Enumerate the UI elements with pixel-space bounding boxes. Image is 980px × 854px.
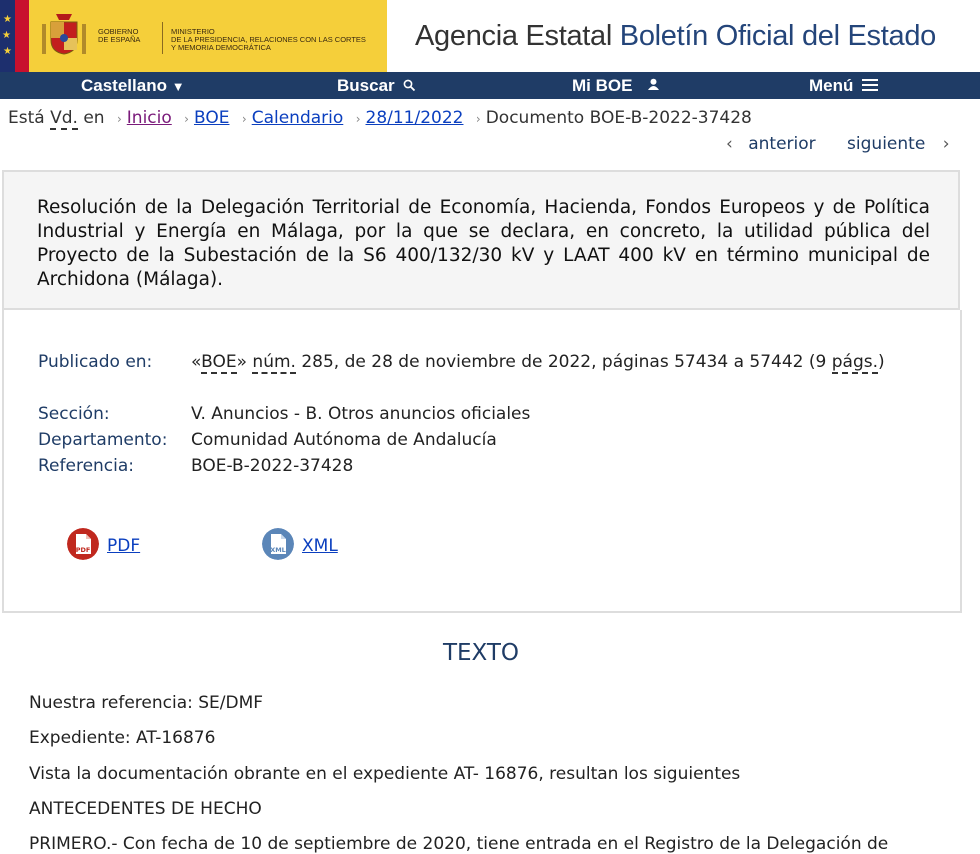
search-icon bbox=[403, 79, 416, 92]
my-boe-label: Mi BOE bbox=[572, 76, 633, 95]
chevron-right-icon: › bbox=[942, 134, 950, 154]
paragraph: ANTECEDENTES DE HECHO bbox=[29, 799, 262, 819]
agency-name: Boletín Oficial del Estado bbox=[619, 20, 937, 52]
xml-badge-text: XML bbox=[270, 546, 286, 554]
hamburger-icon bbox=[862, 79, 879, 91]
chevron-right-icon: › bbox=[475, 112, 481, 126]
pags-abbr: págs. bbox=[831, 352, 878, 374]
next-link[interactable]: siguiente bbox=[847, 134, 925, 154]
pdf-file-icon: PDF bbox=[67, 528, 99, 560]
section-value: V. Anuncios - B. Otros anuncios oficiale… bbox=[191, 404, 531, 424]
site-header: ★ ★ ★ Gobierno de España Ministerio de l… bbox=[0, 0, 980, 72]
section-label: Sección: bbox=[38, 404, 110, 424]
gobierno-line-2: de España bbox=[98, 35, 141, 44]
paragraph: PRIMERO.- Con fecha de 10 de septiembre … bbox=[29, 834, 889, 854]
reference-label: Referencia: bbox=[38, 456, 135, 476]
breadcrumb-link-date[interactable]: 28/11/2022 bbox=[366, 108, 464, 128]
published-text: 285, de 28 de noviembre de 2022, páginas… bbox=[295, 352, 827, 372]
xml-file-icon: XML bbox=[262, 528, 294, 560]
breadcrumb-current: Documento BOE-B-2022-37428 bbox=[485, 108, 752, 128]
chevron-right-icon: › bbox=[355, 112, 361, 126]
my-boe-button[interactable]: Mi BOE bbox=[572, 72, 660, 99]
eu-star-icon: ★ bbox=[3, 14, 12, 25]
menu-button[interactable]: Menú bbox=[809, 72, 879, 99]
reference-value: BOE-B-2022-37428 bbox=[191, 456, 354, 476]
pdf-badge-text: PDF bbox=[76, 546, 91, 554]
language-label: Castellano bbox=[81, 76, 167, 95]
breadcrumb-link-inicio[interactable]: Inicio bbox=[127, 108, 172, 128]
xml-link[interactable]: XML bbox=[302, 536, 338, 556]
agency-title[interactable]: Agencia Estatal Boletín Oficial del Esta… bbox=[415, 20, 936, 53]
caret-down-icon: ▼ bbox=[171, 79, 185, 94]
language-selector[interactable]: Castellano ▼ bbox=[81, 72, 185, 99]
chevron-right-icon: › bbox=[116, 112, 122, 126]
logo-divider bbox=[162, 22, 163, 54]
ministry-line-3: y Memoria Democrática bbox=[171, 43, 271, 52]
breadcrumb-prefix: Está bbox=[8, 108, 45, 128]
eu-star-icon: ★ bbox=[3, 46, 12, 57]
quote-close: » bbox=[236, 352, 248, 372]
breadcrumb: Está Vd. en › Inicio › BOE › Calendario › 28… bbox=[8, 108, 752, 130]
chevron-right-icon: › bbox=[184, 112, 189, 126]
department-label: Departamento: bbox=[38, 430, 168, 450]
published-label: Publicado en: bbox=[38, 352, 153, 372]
document-pager: ‹ anterior siguiente › bbox=[726, 134, 950, 154]
paragraph: Vista la documentación obrante en el exp… bbox=[29, 764, 741, 784]
agency-prefix: Agencia Estatal bbox=[415, 20, 613, 52]
menu-label: Menú bbox=[809, 76, 854, 95]
breadcrumb-link-calendario[interactable]: Calendario bbox=[252, 108, 344, 128]
num-abbr: núm. bbox=[252, 352, 296, 374]
text-heading: TEXTO bbox=[442, 640, 520, 666]
quote-open: « bbox=[191, 352, 202, 372]
chevron-right-icon: › bbox=[241, 112, 247, 126]
paragraph: Nuestra referencia: SE/DMF bbox=[29, 693, 264, 713]
search-button[interactable]: Buscar bbox=[337, 72, 416, 99]
government-logo-block[interactable]: ★ ★ ★ Gobierno de España Ministerio de l… bbox=[0, 0, 387, 72]
published-value: «BOE» núm. 285, de 28 de noviembre de 20… bbox=[191, 349, 891, 375]
document-title: Resolución de la Delegación Territorial … bbox=[37, 197, 930, 290]
breadcrumb-link-boe[interactable]: BOE bbox=[194, 108, 230, 128]
search-label: Buscar bbox=[337, 76, 395, 95]
previous-link[interactable]: anterior bbox=[748, 134, 815, 154]
pdf-link[interactable]: PDF bbox=[107, 536, 140, 556]
coat-of-arms-icon bbox=[42, 14, 86, 55]
boe-abbr: BOE bbox=[201, 352, 237, 374]
user-icon bbox=[648, 78, 660, 90]
breadcrumb-prefix: en bbox=[83, 108, 105, 128]
paren-close: ) bbox=[878, 352, 885, 372]
document-title-box: Resolución de la Delegación Territorial … bbox=[2, 170, 960, 310]
breadcrumb-prefix-abbr: Vd. bbox=[50, 108, 78, 130]
eu-star-icon: ★ bbox=[2, 30, 11, 41]
spain-flag-stripe bbox=[15, 0, 29, 72]
paragraph: Expediente: AT-16876 bbox=[29, 728, 216, 748]
department-value: Comunidad Autónoma de Andalucía bbox=[191, 430, 497, 450]
chevron-left-icon: ‹ bbox=[726, 134, 733, 154]
main-nav: Castellano ▼ Buscar Mi BOE Menú bbox=[0, 72, 980, 99]
